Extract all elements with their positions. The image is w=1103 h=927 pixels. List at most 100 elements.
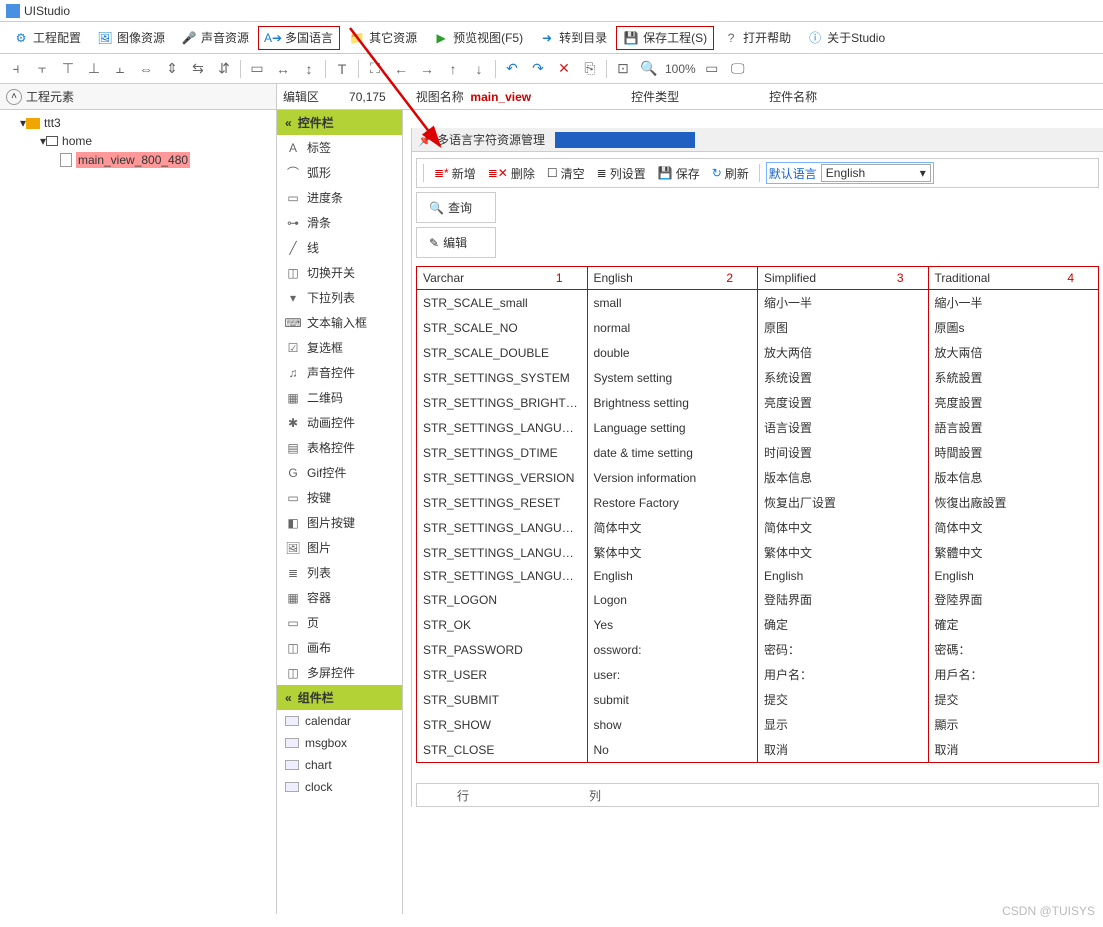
widget-anim[interactable]: ✱动画控件 xyxy=(277,410,402,435)
table-row[interactable]: STR_SETTINGS_LANGUAGELanguage setting语言设… xyxy=(417,415,1099,440)
dist-h-icon[interactable]: ⇔ xyxy=(136,59,156,79)
col-header[interactable]: English2 xyxy=(587,267,758,290)
proj-config[interactable]: ⚙工程配置 xyxy=(6,26,88,50)
widget-gif[interactable]: GGif控件 xyxy=(277,460,402,485)
table-row[interactable]: STR_PASSWORDossword:密码：密碼： xyxy=(417,637,1099,662)
widget-page[interactable]: ▭页 xyxy=(277,610,402,635)
table-row[interactable]: STR_SETTINGS_DTIMEdate & time setting时间设… xyxy=(417,440,1099,465)
down-icon[interactable]: ↓ xyxy=(469,59,489,79)
delete-icon[interactable]: ✕ xyxy=(554,59,574,79)
goto-dir[interactable]: ➜转到目录 xyxy=(532,26,614,50)
table-row[interactable]: STR_SUBMITsubmit提交提交 xyxy=(417,687,1099,712)
table-row[interactable]: STR_SETTINGS_VERSIONVersion information版… xyxy=(417,465,1099,490)
collapse-icon[interactable]: ˄ xyxy=(6,89,22,105)
table-row[interactable]: STR_SHOWshow显示顯示 xyxy=(417,712,1099,737)
img-res[interactable]: 🖼图像资源 xyxy=(90,26,172,50)
forward-icon[interactable]: → xyxy=(417,59,437,79)
table-row[interactable]: STR_LOGONLogon登陆界面登陸界面 xyxy=(417,587,1099,612)
table-row[interactable]: STR_SETTINGS_LANGUAGE_TC繁体中文繁体中文繁體中文 xyxy=(417,540,1099,565)
section-widgets[interactable]: 控件栏 xyxy=(277,110,402,135)
same-size-icon[interactable]: ▭ xyxy=(247,59,267,79)
widget-imgbtn[interactable]: ◧图片按键 xyxy=(277,510,402,535)
tree-node-home[interactable]: ▾ home xyxy=(6,132,270,150)
sound-res[interactable]: 🎤声音资源 xyxy=(174,26,256,50)
back-icon[interactable]: ← xyxy=(391,59,411,79)
component-chart[interactable]: chart xyxy=(277,754,402,776)
table-row[interactable]: STR_CLOSENo取消取消 xyxy=(417,737,1099,763)
col-header[interactable]: Traditional4 xyxy=(928,267,1099,290)
about[interactable]: ⓘ关于Studio xyxy=(800,26,892,50)
open-help[interactable]: ?打开帮助 xyxy=(716,26,798,50)
widget-button[interactable]: ▭按键 xyxy=(277,485,402,510)
widget-list[interactable]: ≣列表 xyxy=(277,560,402,585)
zoom-fit-icon[interactable]: ⊡ xyxy=(613,59,633,79)
fullscreen-icon[interactable]: ⛶ xyxy=(365,59,385,79)
dist-v-icon[interactable]: ⇕ xyxy=(162,59,182,79)
widget-table[interactable]: ▤表格控件 xyxy=(277,435,402,460)
widget-qrcode[interactable]: ▦二维码 xyxy=(277,385,402,410)
component-msgbox[interactable]: msgbox xyxy=(277,732,402,754)
fit-width-icon[interactable]: ⇆ xyxy=(188,59,208,79)
zoom-icon[interactable]: 🔍 xyxy=(639,59,659,79)
widget-multiscreen[interactable]: ◫多屏控件 xyxy=(277,660,402,685)
col-header[interactable]: Simplified3 xyxy=(758,267,929,290)
clear-button[interactable]: ☐清空 xyxy=(543,163,589,184)
widget-arc[interactable]: ⌒弧形 xyxy=(277,160,402,185)
widget-progress[interactable]: ▭进度条 xyxy=(277,185,402,210)
refresh-button[interactable]: ↻刷新 xyxy=(708,163,753,184)
table-row[interactable]: STR_SETTINGS_LANGUAGE_SC简体中文简体中文简体中文 xyxy=(417,515,1099,540)
dist-vspace-icon[interactable]: ↕ xyxy=(299,59,319,79)
table-row[interactable]: STR_SCALE_NOnormal原图原圖s xyxy=(417,315,1099,340)
widget-checkbox[interactable]: ☑复选框 xyxy=(277,335,402,360)
colset-button[interactable]: ≣列设置 xyxy=(593,163,650,184)
widget-dropdown[interactable]: ▾下拉列表 xyxy=(277,285,402,310)
widget-container[interactable]: ▦容器 xyxy=(277,585,402,610)
widget-canvas[interactable]: ◫画布 xyxy=(277,635,402,660)
align-bottom-icon[interactable]: ⊥ xyxy=(84,59,104,79)
widget-line[interactable]: ╱线 xyxy=(277,235,402,260)
text-align-icon[interactable]: T xyxy=(332,59,352,79)
table-row[interactable]: STR_SETTINGS_RESETRestore Factory恢复出厂设置恢… xyxy=(417,490,1099,515)
tree-node-mainview[interactable]: main_view_800_480 xyxy=(6,150,270,170)
preview[interactable]: ▶预览视图(F5) xyxy=(426,26,530,50)
tab-query[interactable]: 🔍查询 xyxy=(416,192,496,223)
redo-icon[interactable]: ↷ xyxy=(528,59,548,79)
tab-edit[interactable]: ✎编辑 xyxy=(416,227,496,258)
component-clock[interactable]: clock xyxy=(277,776,402,798)
dist-hspace-icon[interactable]: ↔ xyxy=(273,59,293,79)
widget-switch[interactable]: ◫切换开关 xyxy=(277,260,402,285)
table-row[interactable]: STR_SCALE_smallsmall缩小一半縮小一半 xyxy=(417,290,1099,316)
widget-image[interactable]: 🖼图片 xyxy=(277,535,402,560)
dialog-titlebar[interactable]: 📌 多语言字符资源管理 xyxy=(412,128,1103,152)
section-components[interactable]: 组件栏 xyxy=(277,685,402,710)
other-res[interactable]: 📁其它资源 xyxy=(342,26,424,50)
monitor-icon[interactable]: 🖵 xyxy=(728,59,748,79)
table-row[interactable]: STR_SETTINGS_LANGUAGE_ENEnglishEnglishEn… xyxy=(417,565,1099,587)
component-calendar[interactable]: calendar xyxy=(277,710,402,732)
widget-sound[interactable]: ♫声音控件 xyxy=(277,360,402,385)
align-right-icon[interactable]: ⫟ xyxy=(32,59,52,79)
tree-node-root[interactable]: ▾ ttt3 xyxy=(6,114,270,132)
col-header[interactable]: Varchar1 xyxy=(417,267,588,290)
undo-icon[interactable]: ↶ xyxy=(502,59,522,79)
delete-button[interactable]: ≣✕删除 xyxy=(484,163,539,184)
fit-height-icon[interactable]: ⇵ xyxy=(214,59,234,79)
save-proj[interactable]: 💾保存工程(S) xyxy=(616,26,714,50)
align-top-icon[interactable]: ⊤ xyxy=(58,59,78,79)
widget-label[interactable]: A标签 xyxy=(277,135,402,160)
table-row[interactable]: STR_SETTINGS_BRIGHTNESSBrightness settin… xyxy=(417,390,1099,415)
preview-icon[interactable]: ▭ xyxy=(702,59,722,79)
multi-lang[interactable]: A➔多国语言 xyxy=(258,26,340,50)
table-row[interactable]: STR_OKYes确定確定 xyxy=(417,612,1099,637)
table-row[interactable]: STR_USERuser:用户名：用戶名： xyxy=(417,662,1099,687)
table-row[interactable]: STR_SETTINGS_SYSTEMSystem setting系统设置系統設… xyxy=(417,365,1099,390)
copy-icon[interactable]: ⎘ xyxy=(580,59,600,79)
widget-textinput[interactable]: ⌨文本输入框 xyxy=(277,310,402,335)
add-button[interactable]: ≣*新增 xyxy=(430,163,480,184)
align-left-icon[interactable]: ⫞ xyxy=(6,59,26,79)
save-button[interactable]: 💾保存 xyxy=(654,163,704,184)
align-hcenter-icon[interactable]: ⫠ xyxy=(110,59,130,79)
table-row[interactable]: STR_SCALE_DOUBLEdouble放大两倍放大兩倍 xyxy=(417,340,1099,365)
up-icon[interactable]: ↑ xyxy=(443,59,463,79)
pane-header[interactable]: ˄ 工程元素 xyxy=(0,84,276,110)
